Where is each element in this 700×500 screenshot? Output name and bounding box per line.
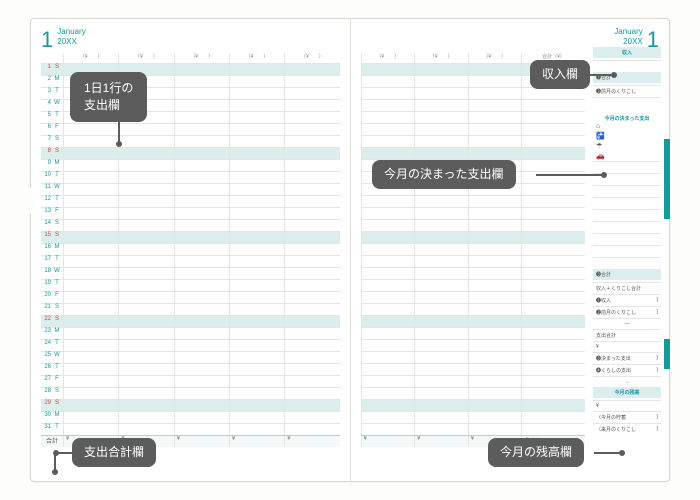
day-row [361,243,586,255]
day-row [361,411,586,423]
day-row: 12T [41,195,340,207]
day-row: 27F [41,375,340,387]
day-row [361,219,586,231]
accent-tab [664,339,670,369]
callout-income: 収入欄 [530,60,590,89]
day-row: 19T [41,279,340,291]
fixed-title: 今月の決まった支出 [593,115,661,122]
right-page: January 20XX 1 （¥ ） （¥ ） （¥ ） 合計（¥） ¥ ¥ … [351,19,670,481]
sec2: ❷前月のくりこし [593,85,661,97]
day-row: 24T [41,339,340,351]
house-icon: ⌂ [596,123,604,130]
left-header: 1 January 20XX [41,27,340,53]
water-icon: 🚰 [596,132,604,140]
day-row: 21S [41,303,340,315]
day-row: 18W [41,267,340,279]
year: 20XX [614,37,642,47]
day-row [361,87,586,99]
day-row [361,279,586,291]
day-row: 17T [41,255,340,267]
day-row [361,207,586,219]
lead-fixed [536,174,606,176]
day-row: 9M [41,159,340,171]
day-row [361,195,586,207]
right-sidebar: 収入 ❶合計 ❷前月のくりこし 今月の決まった支出 ⌂ 🚰 ☂ 🚗 ❸合計 収入… [593,47,661,435]
day-row: 11W [41,183,340,195]
day-row [361,327,586,339]
day-row [361,231,586,243]
day-row [361,147,586,159]
day-row: 28S [41,387,340,399]
lead-daily [118,122,120,146]
day-row: 23M [41,327,340,339]
day-row [361,399,586,411]
left-col-head: （¥ ） （¥ ） （¥ ） （¥ ） （¥ ） [41,53,340,63]
lead-total [54,452,72,454]
day-row: 15S [41,231,340,243]
day-row: 8S [41,147,340,159]
callout-daily: 1日1行の 支出欄 [70,72,147,122]
day-row: 16M [41,243,340,255]
day-row [361,111,586,123]
day-row: 31T [41,423,340,435]
day-row: 10T [41,171,340,183]
day-row [361,267,586,279]
day-row [361,99,586,111]
month-en: January [614,27,642,37]
day-row [361,375,586,387]
day-row [361,123,586,135]
lead-income [586,74,616,76]
day-row: 29S [41,399,340,411]
callout-balance: 今月の残高欄 [488,438,584,467]
lead-balance [594,452,624,454]
day-row [361,339,586,351]
day-row [361,291,586,303]
sum-line: 収入＋くりこし合計 [593,282,661,294]
accent-tab [664,139,670,219]
year: 20XX [57,37,85,47]
day-row [361,135,586,147]
day-row: 14S [41,219,340,231]
day-row [361,255,586,267]
callout-total: 支出合計欄 [72,438,156,467]
income-title: 収入 [593,47,661,58]
month-en: January [57,27,85,37]
day-row: 25W [41,351,340,363]
callout-fixed: 今月の決まった支出欄 [372,160,516,189]
day-row: 30M [41,411,340,423]
day-row [361,363,586,375]
day-row [361,303,586,315]
car-icon: 🚗 [596,152,604,160]
sec3: ❸合計 [593,269,661,280]
right-rows [361,63,586,435]
umbrella-icon: ☂ [596,142,604,150]
day-row [361,423,586,435]
month-number: 1 [41,27,53,53]
balance-title: 今月の残高 [593,387,661,398]
day-row: 7S [41,135,340,147]
day-row: 13F [41,207,340,219]
day-row [361,387,586,399]
day-row [361,315,586,327]
day-row: 26T [41,363,340,375]
day-row [361,351,586,363]
day-row: 20F [41,291,340,303]
day-row: 22S [41,315,340,327]
day-row: 6F [41,123,340,135]
